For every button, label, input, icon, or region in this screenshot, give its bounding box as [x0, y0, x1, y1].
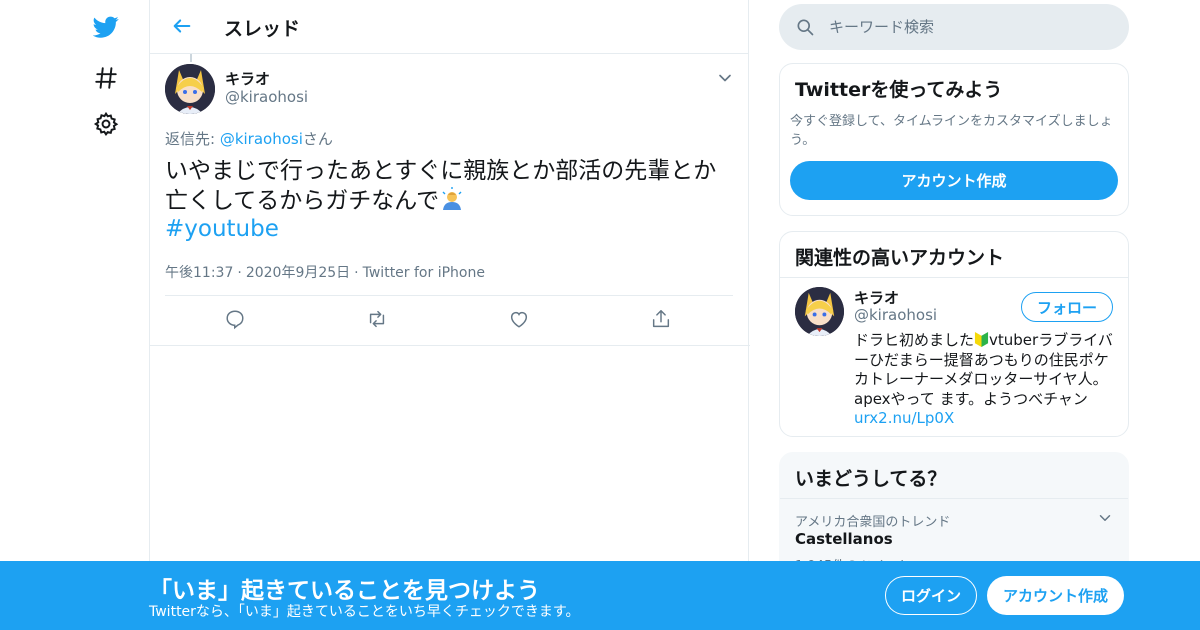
reply-handle-link[interactable]: @kiraohosi	[220, 130, 303, 148]
tweet-actions	[165, 296, 733, 346]
account-handle[interactable]: @kiraohosi	[854, 306, 937, 324]
tweet-meta: 午後11:37 · 2020年9月25日 · Twitter for iPhone	[165, 265, 485, 281]
avatar[interactable]	[165, 64, 215, 114]
author-name[interactable]: キラオ	[225, 68, 270, 89]
bio-link[interactable]: urx2.nu/Lp0X	[854, 409, 954, 427]
beginner-mark-emoji	[974, 331, 989, 349]
thread-column: スレッド キラオ @kiraohosi 返信先: @kiraohosiさん いや…	[149, 0, 750, 630]
follow-button[interactable]: フォロー	[1021, 292, 1113, 322]
tweet-text: いやまじで行ったあとすぐに親族とか部活の先輩とか亡くしてるからガチなんで	[165, 156, 725, 216]
left-nav	[0, 0, 150, 630]
hashtag-icon[interactable]	[88, 60, 124, 96]
tweet-time[interactable]: 午後11:37	[165, 265, 233, 281]
reply-to-line: 返信先: @kiraohosiさん	[165, 128, 333, 149]
account-name[interactable]: キラオ	[854, 287, 899, 308]
login-button[interactable]: ログイン	[885, 576, 977, 615]
card-description: 今すぐ登録して、タイムラインをカスタマイズしましょう。	[790, 114, 1113, 148]
page-title: スレッド	[224, 18, 301, 40]
twitter-bird-icon[interactable]	[88, 9, 124, 45]
search-icon	[795, 17, 815, 37]
chevron-down-icon[interactable]	[715, 68, 735, 88]
signup-card: Twitterを使ってみよう 今すぐ登録して、タイムラインをカスタマイズしましょ…	[779, 63, 1129, 216]
bottom-bar-subtitle: Twitterなら、「いま」起きていることをいち早くチェックできます。	[149, 604, 580, 620]
gear-icon[interactable]	[88, 106, 124, 142]
thread-header: スレッド	[150, 0, 748, 54]
reply-suffix: さん	[302, 130, 333, 148]
trend-name[interactable]: Castellanos	[795, 530, 893, 548]
bottom-bar-title: 「いま」起きていることを見つけよう	[149, 578, 540, 604]
search-box	[779, 4, 1129, 50]
person-bowing-emoji	[439, 186, 465, 212]
card-title: Twitterを使ってみよう	[795, 79, 1003, 101]
author-handle[interactable]: @kiraohosi	[225, 88, 308, 106]
like-icon[interactable]	[508, 308, 532, 332]
share-icon[interactable]	[650, 308, 674, 332]
tweet-date[interactable]: 2020年9月25日	[246, 265, 350, 281]
search-input[interactable]	[829, 4, 1109, 50]
bio-text: ドラヒ初めました	[854, 331, 975, 349]
signup-button[interactable]: アカウント作成	[987, 576, 1124, 615]
reply-prefix: 返信先:	[165, 130, 220, 148]
back-arrow-icon[interactable]	[168, 12, 196, 40]
create-account-button[interactable]: アカウント作成	[790, 161, 1118, 200]
tweet-source[interactable]: Twitter for iPhone	[363, 265, 485, 281]
account-bio: ドラヒ初めました vtuberラブライバーひだまらー提督あつもりの住民ポケカトレー…	[854, 331, 1116, 429]
trend-location: アメリカ合衆国のトレンド	[795, 515, 951, 530]
avatar[interactable]	[795, 287, 844, 336]
reply-icon[interactable]	[224, 308, 248, 332]
thread-connector-line	[190, 54, 192, 62]
card-title: いまどうしてる？	[780, 453, 1128, 499]
related-accounts-card: 関連性の高いアカウント キラオ @kiraohosi フォロー ドラヒ初めました…	[779, 231, 1129, 437]
divider	[150, 345, 750, 346]
chevron-down-icon[interactable]	[1096, 509, 1114, 527]
bottom-signup-bar: 「いま」起きていることを見つけよう Twitterなら、「いま」起きていることを…	[0, 561, 1200, 630]
hashtag-link[interactable]: #youtube	[165, 216, 279, 242]
card-title: 関連性の高いアカウント	[780, 232, 1128, 278]
retweet-icon[interactable]	[366, 308, 390, 332]
